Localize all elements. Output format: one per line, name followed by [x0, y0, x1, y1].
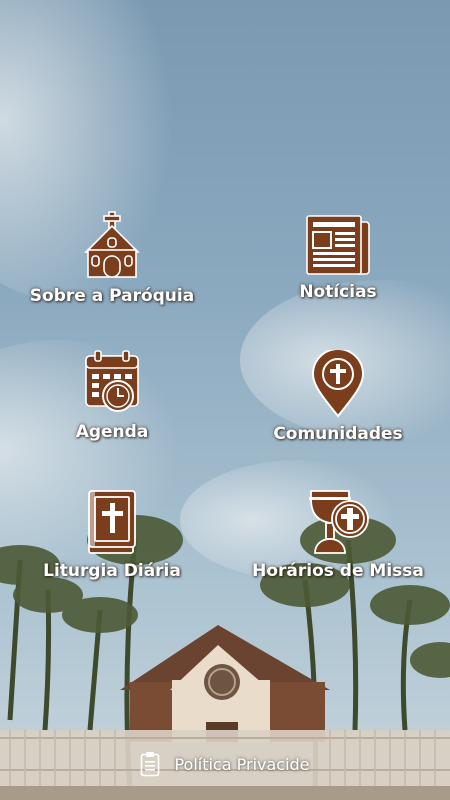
menu-item-comunidades[interactable]: Comunidades — [238, 350, 438, 444]
menu-item-noticias[interactable]: Notícias — [238, 214, 438, 302]
menu-item-sobre-a-paroquia[interactable]: Sobre a Paróquia — [12, 210, 212, 306]
menu-item-label: Agenda — [75, 422, 149, 442]
newspaper-icon — [306, 215, 370, 275]
menu-item-liturgia-diaria[interactable]: Liturgia Diária — [12, 489, 212, 581]
calendar-clock-icon — [85, 350, 139, 412]
bible-icon — [88, 490, 136, 554]
chalice-host-icon — [309, 490, 369, 554]
location-cross-icon — [311, 350, 365, 418]
clipboard-icon — [141, 752, 160, 777]
menu-item-label: Liturgia Diária — [43, 561, 181, 581]
privacy-policy-link[interactable]: Política Privacide — [0, 742, 450, 786]
menu-item-label: Comunidades — [273, 424, 403, 444]
menu-item-label: Notícias — [299, 282, 377, 302]
privacy-policy-label: Política Privacide — [174, 754, 310, 774]
menu-item-label: Sobre a Paróquia — [29, 286, 195, 306]
menu-item-horarios-de-missa[interactable]: Horários de Missa — [238, 487, 438, 581]
menu-item-label: Horários de Missa — [252, 561, 424, 581]
church-icon — [84, 211, 140, 278]
menu-item-agenda[interactable]: Agenda — [12, 350, 212, 442]
